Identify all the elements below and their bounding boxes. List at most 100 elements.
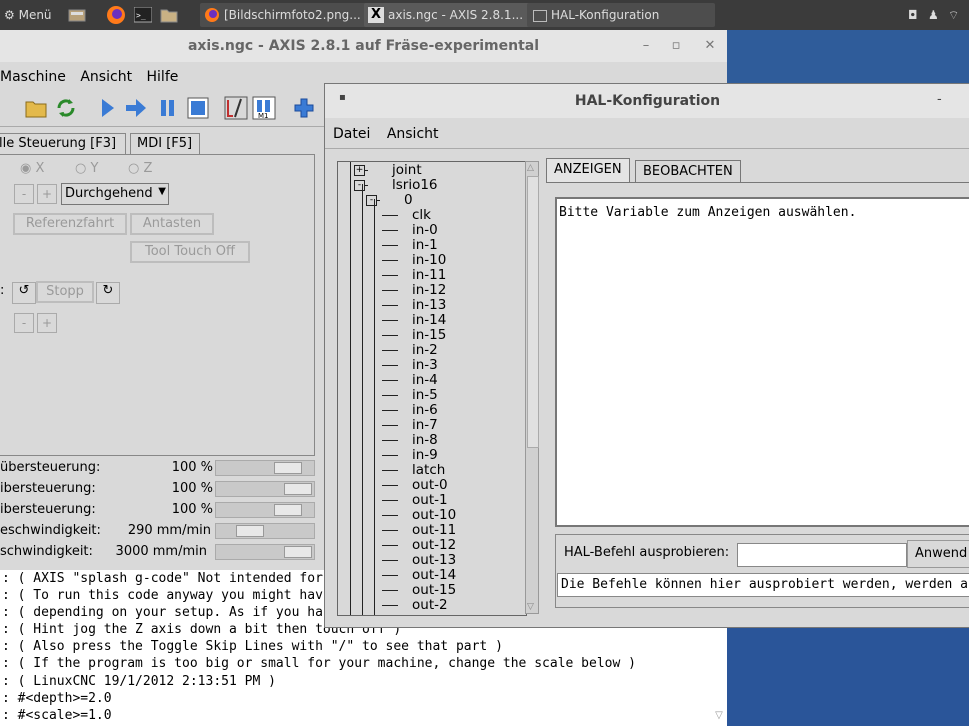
tree-item[interactable]: in-11 bbox=[338, 268, 526, 283]
slider-knob[interactable] bbox=[274, 462, 302, 474]
axis-radio-y[interactable]: ○ Y bbox=[75, 161, 98, 176]
tree-item[interactable]: in-5 bbox=[338, 388, 526, 403]
reload-icon[interactable] bbox=[54, 96, 78, 120]
tree-item[interactable]: in-6 bbox=[338, 403, 526, 418]
minimize-button[interactable]: – bbox=[636, 30, 656, 62]
stop-icon[interactable] bbox=[186, 96, 210, 120]
tree-item[interactable]: in-8 bbox=[338, 433, 526, 448]
tree-item[interactable]: in-4 bbox=[338, 373, 526, 388]
minimize-button[interactable]: - bbox=[937, 92, 942, 107]
terminal-launcher-icon[interactable]: >_ bbox=[134, 3, 156, 27]
slider-knob[interactable] bbox=[274, 504, 302, 516]
start-menu-button[interactable]: ⚙ Menü bbox=[4, 3, 52, 27]
hal-command-apply-button[interactable]: Anwend bbox=[907, 540, 969, 568]
pause-icon[interactable] bbox=[156, 96, 180, 120]
step-icon[interactable] bbox=[124, 96, 148, 120]
menu-datei[interactable]: Datei bbox=[333, 126, 370, 142]
tree-item[interactable]: out-15 bbox=[338, 583, 526, 598]
tree-item[interactable]: + joint bbox=[338, 163, 526, 178]
scroll-down-arrow-icon[interactable]: ▽ bbox=[712, 710, 726, 726]
scroll-up-arrow-icon[interactable]: △ bbox=[527, 163, 534, 173]
spindle-minus-button[interactable]: - bbox=[14, 313, 34, 333]
tree-item[interactable]: out-2 bbox=[338, 598, 526, 613]
files-launcher-icon[interactable] bbox=[160, 3, 182, 27]
expand-icon[interactable]: + bbox=[354, 165, 365, 176]
zoom-in-icon[interactable] bbox=[292, 96, 316, 120]
tab-mdi[interactable]: MDI [F5] bbox=[130, 133, 200, 154]
tree-item[interactable]: -0 bbox=[338, 193, 526, 208]
scroll-thumb[interactable] bbox=[527, 176, 539, 448]
window-menu-icon[interactable]: ▪ bbox=[339, 92, 346, 103]
slider-knob[interactable] bbox=[284, 483, 312, 495]
tree-item[interactable]: out-13 bbox=[338, 553, 526, 568]
tree-item[interactable]: in-1 bbox=[338, 238, 526, 253]
menu-ansicht[interactable]: Ansicht bbox=[80, 69, 132, 85]
tree-item[interactable]: clk bbox=[338, 208, 526, 223]
taskbar-task-axis[interactable]: X axis.ngc - AXIS 2.8.1... bbox=[364, 3, 552, 27]
tree-item[interactable]: out-14 bbox=[338, 568, 526, 583]
axis-radio-x[interactable]: ◉ X bbox=[20, 161, 44, 176]
tree-item[interactable]: in-9 bbox=[338, 448, 526, 463]
jog-minus-button[interactable]: - bbox=[14, 184, 34, 204]
show-desktop-icon[interactable] bbox=[68, 3, 86, 27]
toggle-skip-lines-icon[interactable] bbox=[224, 96, 248, 120]
spindle-ccw-icon[interactable]: ↺ bbox=[12, 282, 36, 304]
spindle-plus-button[interactable]: + bbox=[37, 313, 57, 333]
slider-knob[interactable] bbox=[236, 525, 264, 537]
referenzfahrt-button[interactable]: Referenzfahrt bbox=[13, 213, 127, 235]
menu-maschine[interactable]: Maschine bbox=[0, 69, 66, 85]
axis-radio-z[interactable]: ○ Z bbox=[128, 161, 152, 176]
tree-item[interactable]: in-2 bbox=[338, 343, 526, 358]
tree-item[interactable]: in-7 bbox=[338, 418, 526, 433]
tool-touch-off-button[interactable]: Tool Touch Off bbox=[130, 241, 250, 263]
tree-scrollbar[interactable]: △ ▽ bbox=[525, 161, 539, 614]
spindle-stop-button[interactable]: Stopp bbox=[36, 281, 94, 303]
collapse-icon[interactable]: - bbox=[366, 195, 377, 206]
menu-hilfe[interactable]: Hilfe bbox=[147, 69, 179, 85]
override-slider[interactable] bbox=[215, 544, 315, 560]
tree-item[interactable]: latch bbox=[338, 463, 526, 478]
show-output-box[interactable]: Bitte Variable zum Anzeigen auswählen. bbox=[555, 197, 969, 527]
antasten-button[interactable]: Antasten bbox=[130, 213, 214, 235]
tab-anzeigen[interactable]: ANZEIGEN bbox=[546, 158, 630, 183]
run-icon[interactable] bbox=[96, 96, 120, 120]
tree-item[interactable]: in-0 bbox=[338, 223, 526, 238]
user-icon[interactable]: ♟ bbox=[928, 3, 942, 27]
notifications-icon[interactable]: ◘ bbox=[908, 3, 922, 27]
override-slider[interactable] bbox=[215, 460, 315, 476]
tree-item[interactable]: in-13 bbox=[338, 298, 526, 313]
jog-mode-select[interactable]: Durchgehend ▼ bbox=[61, 183, 169, 205]
optional-stop-icon[interactable]: M1 bbox=[252, 96, 276, 120]
tree-item[interactable]: out-0 bbox=[338, 478, 526, 493]
slider-knob[interactable] bbox=[284, 546, 312, 558]
open-file-icon[interactable] bbox=[24, 96, 48, 120]
scroll-down-arrow-icon[interactable]: ▽ bbox=[527, 602, 534, 612]
firefox-launcher-icon[interactable] bbox=[106, 3, 128, 27]
close-button[interactable]: ✕ bbox=[700, 30, 720, 62]
tree-item[interactable]: out-11 bbox=[338, 523, 526, 538]
tree-item[interactable]: in-14 bbox=[338, 313, 526, 328]
taskbar-task-screenshot[interactable]: [Bildschirmfoto2.png... bbox=[200, 3, 390, 27]
override-slider[interactable] bbox=[215, 523, 315, 539]
spindle-cw-icon[interactable]: ↻ bbox=[96, 282, 120, 304]
tree-item[interactable]: - lsrio16 bbox=[338, 178, 526, 193]
override-slider[interactable] bbox=[215, 481, 315, 497]
tree-item[interactable]: out-10 bbox=[338, 508, 526, 523]
collapse-icon[interactable]: - bbox=[354, 180, 365, 191]
hal-command-input[interactable] bbox=[737, 543, 907, 567]
tree-item[interactable]: in-10 bbox=[338, 253, 526, 268]
taskbar-task-hal[interactable]: HAL-Konfiguration bbox=[527, 3, 715, 27]
maximize-button[interactable]: ▫ bbox=[666, 30, 686, 62]
estop-icon[interactable] bbox=[0, 96, 4, 120]
tab-manual[interactable]: lle Steuerung [F3] bbox=[0, 133, 126, 154]
tree-item[interactable]: in-3 bbox=[338, 358, 526, 373]
tree-item[interactable]: out-1 bbox=[338, 493, 526, 508]
override-slider[interactable] bbox=[215, 502, 315, 518]
tree-item[interactable]: in-12 bbox=[338, 283, 526, 298]
tree-item[interactable]: out-12 bbox=[338, 538, 526, 553]
network-icon[interactable]: ⌔ bbox=[948, 3, 962, 27]
hal-tree-view[interactable]: + joint - lsrio16-0 clk in-0 in-1 in-10 in-11 in-… bbox=[337, 161, 527, 616]
menu-ansicht[interactable]: Ansicht bbox=[387, 126, 439, 142]
jog-plus-button[interactable]: + bbox=[37, 184, 57, 204]
tree-item[interactable]: in-15 bbox=[338, 328, 526, 343]
